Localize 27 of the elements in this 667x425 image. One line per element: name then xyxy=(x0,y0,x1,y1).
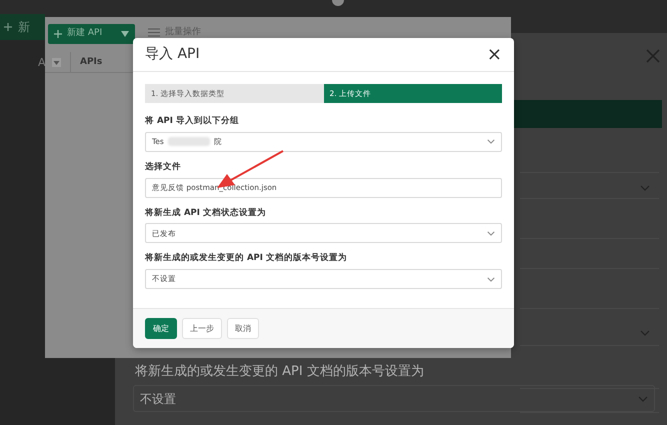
plus-icon xyxy=(4,23,12,31)
field-label: 将新生成 API 文档状态设置为 xyxy=(145,206,267,220)
dialog-button[interactable]: 取消 xyxy=(227,318,259,339)
field-label: 将新生成的或发生变更的 API 文档的版本号设置为 xyxy=(135,363,424,381)
close-icon[interactable] xyxy=(646,49,660,63)
field-label: 选择文件 xyxy=(145,160,182,174)
chevron-down-icon xyxy=(640,330,650,336)
select-field[interactable]: 不设置 xyxy=(133,385,655,412)
chevron-down-icon xyxy=(638,396,648,402)
caret-icon xyxy=(121,31,129,37)
column-heading: A xyxy=(38,55,46,71)
field-label: 将新生成的或发生变更的 API 文档的版本号设置为 xyxy=(145,252,348,265)
confirm-button[interactable]: 确定 xyxy=(145,318,177,339)
close-button[interactable]: × xyxy=(486,46,502,64)
dialog-button[interactable]: 上一步 xyxy=(182,318,222,339)
dialog-title: 导入 API xyxy=(145,45,200,64)
chevron-down-icon xyxy=(487,230,495,236)
chevron-down-icon xyxy=(640,185,650,191)
chevron-down-icon xyxy=(487,276,495,282)
plus-icon xyxy=(54,30,62,38)
blur-patch xyxy=(168,137,210,146)
menu-icon xyxy=(148,28,160,38)
caret-down-icon[interactable] xyxy=(52,58,61,67)
field-label: 将 API 导入到以下分组 xyxy=(145,115,240,128)
chevron-down-icon xyxy=(487,139,495,144)
column-header: APIs xyxy=(80,56,102,69)
new-api-button[interactable]: 新建 API xyxy=(48,24,135,44)
